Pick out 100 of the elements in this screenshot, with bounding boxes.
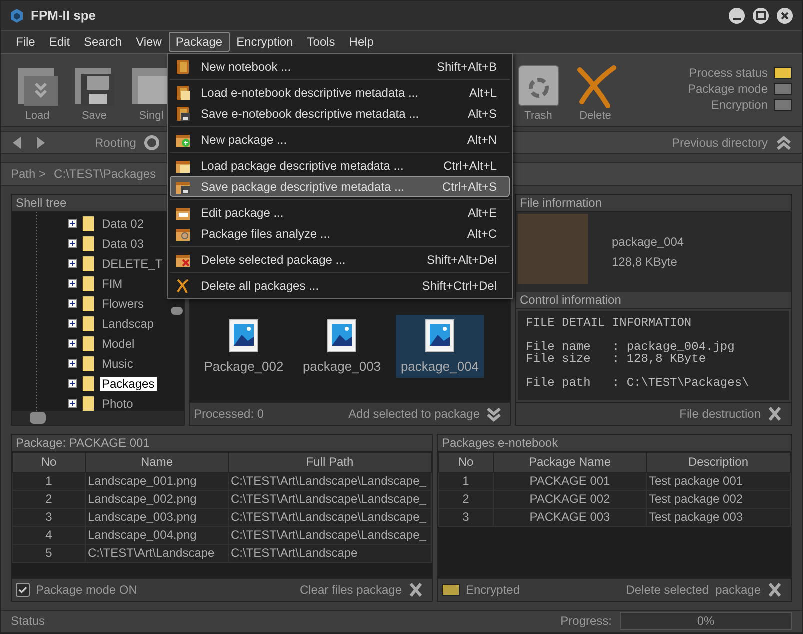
thumbnail-tile[interactable]: package_004 [396, 314, 484, 378]
thumbnail-tile[interactable]: Package_002 [200, 314, 288, 378]
folder-icon [82, 216, 95, 232]
table-cell: 1 [12, 472, 86, 490]
menu-item[interactable]: Tools [300, 32, 342, 52]
cube-logo-icon [9, 8, 25, 24]
expand-icon[interactable] [68, 399, 77, 408]
tree-item[interactable]: Photo [100, 396, 136, 411]
previous-directory-label: Previous directory [672, 136, 768, 150]
menu-item[interactable]: Search [77, 32, 130, 52]
table-cell: PACKAGE 001 [494, 472, 646, 490]
shortcut-text: Alt+E [468, 206, 497, 220]
menu-item[interactable]: Save package descriptive metadata ... Ctrl+Alt+S [170, 176, 510, 197]
menu-item[interactable]: Help [342, 32, 381, 52]
menu-item[interactable]: Package [168, 32, 230, 52]
shortcut-text: Alt+C [467, 226, 497, 240]
table-cell: PACKAGE 003 [494, 508, 646, 526]
expand-icon[interactable] [68, 319, 77, 328]
indicator-label: Encryption [711, 98, 768, 112]
folder-icon [82, 316, 95, 332]
expand-icon[interactable] [68, 359, 77, 368]
tree-item[interactable]: Model [100, 336, 137, 351]
menu-item[interactable]: Delete all packages ... Shift+Ctrl+Del [170, 275, 510, 296]
expand-icon[interactable] [68, 219, 77, 228]
toolbar-button[interactable]: Save [66, 64, 123, 122]
folder-icon [82, 256, 95, 272]
menu-item[interactable]: Delete selected package ... Shift+Alt+Del [170, 249, 510, 270]
tree-item[interactable]: Data 02 [100, 216, 146, 231]
toolbar-button[interactable]: Trash [510, 64, 567, 122]
expand-icon[interactable] [68, 299, 77, 308]
shortcut-text: Alt+L [469, 86, 497, 100]
indicator-label: Process status [689, 66, 768, 80]
tree-item[interactable]: Music [100, 356, 136, 371]
delete-selected-label: Delete selected package [626, 582, 761, 597]
column-header[interactable]: Full Path [228, 452, 432, 472]
add-selected-label: Add selected to package [348, 406, 480, 421]
table-cell: C:\TEST\Art\Landscape\Landscape_ [228, 526, 432, 544]
maximize-button[interactable] [752, 6, 770, 25]
double-chevron-up-icon[interactable] [776, 134, 792, 151]
file-name: package_004 [612, 234, 684, 249]
table-cell: Landscape_001.png [86, 472, 228, 490]
tree-item[interactable]: Landscap [100, 316, 156, 331]
folder-icon [82, 296, 95, 312]
expand-icon[interactable] [68, 279, 77, 288]
table-cell: Landscape_004.png [86, 526, 228, 544]
notebook-icon [175, 106, 191, 122]
column-header[interactable]: No [438, 452, 494, 472]
table-cell: Test package 001 [646, 472, 790, 490]
folder-icon [82, 236, 95, 252]
scrollbar-thumb[interactable] [171, 307, 183, 316]
scrollbar-thumb[interactable] [30, 412, 46, 424]
table-cell: 4 [12, 526, 86, 544]
expand-icon[interactable] [68, 379, 77, 388]
indicator-label: Package mode [688, 82, 768, 96]
notebook-icon [175, 84, 191, 100]
checkbox[interactable] [16, 582, 30, 597]
cross-icon[interactable] [408, 582, 424, 598]
menu-item[interactable]: New package ... Alt+N [170, 129, 510, 150]
menu-item[interactable]: File [9, 32, 42, 52]
refresh-icon[interactable] [144, 134, 160, 151]
tree-item[interactable]: FIM [100, 276, 125, 291]
expand-icon[interactable] [68, 239, 77, 248]
menu-item[interactable]: Package files analyze ... Alt+C [170, 223, 510, 244]
menu-item[interactable]: View [129, 32, 169, 52]
double-chevron-down-icon[interactable] [486, 406, 502, 422]
toolbar-button[interactable]: Delete [567, 64, 624, 122]
progress-value: 0% [696, 614, 716, 628]
close-button[interactable] [776, 6, 794, 25]
tree-item[interactable]: Data 03 [100, 236, 146, 251]
image-file-icon [327, 318, 357, 353]
tree-item[interactable]: Packages [100, 376, 157, 391]
menu-item[interactable]: Edit [42, 32, 78, 52]
file-detail-text: FILE DETAIL INFORMATION File name : package_004.jpg File size : 128,8 KByte File path : C:\TEST\Packages\ [526, 316, 750, 389]
minimize-button[interactable] [728, 6, 746, 25]
column-header[interactable]: Name [86, 452, 228, 472]
menu-item[interactable]: Edit package ... Alt+E [170, 202, 510, 223]
column-header[interactable]: No [12, 452, 86, 472]
checkbox-label: Package mode ON [36, 582, 138, 597]
thumbnail-tile[interactable]: package_003 [298, 314, 386, 378]
shortcut-text: Shift+Ctrl+Del [422, 278, 497, 292]
column-header[interactable]: Description [646, 452, 790, 472]
menu-item[interactable]: Load e-notebook descriptive metadata ... Alt+L [170, 82, 510, 103]
table-cell: 1 [438, 472, 494, 490]
table-cell: C:\TEST\Art\Landscape\Landscape_ [228, 508, 432, 526]
toolbar-button[interactable]: Load [9, 64, 66, 122]
shortcut-text: Ctrl+Alt+S [442, 180, 497, 194]
status-text: Status [11, 614, 46, 628]
tree-item[interactable]: DELETE_T [100, 256, 165, 271]
notebook-icon [175, 58, 191, 74]
image-file-icon [229, 318, 259, 353]
cross-icon[interactable] [767, 582, 783, 598]
expand-icon[interactable] [68, 259, 77, 268]
file-size: 128,8 KByte [612, 254, 678, 269]
menu-item[interactable]: Load package descriptive metadata ... Ctrl+Alt+L [170, 155, 510, 176]
text-area[interactable]: FILE DETAIL INFORMATION File name : package_004.jpg File size : 128,8 KByte File path : C:\TEST\Packages\ [518, 310, 789, 400]
menu-item[interactable]: Encryption [230, 32, 300, 52]
tree-item[interactable]: Flowers [100, 296, 146, 311]
cross-icon[interactable] [767, 406, 783, 422]
column-header[interactable]: Package Name [494, 452, 646, 472]
expand-icon[interactable] [68, 339, 77, 348]
